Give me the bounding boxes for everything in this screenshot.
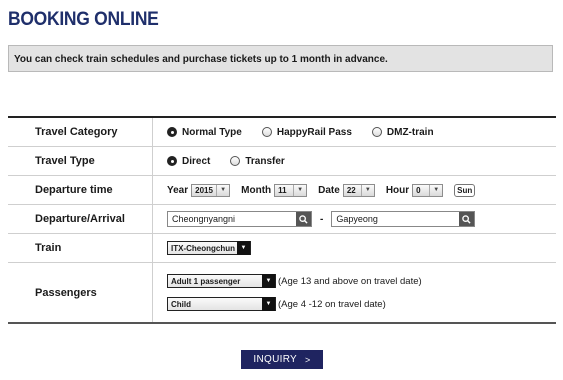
radio-icon bbox=[261, 127, 272, 137]
adult-age-note: (Age 13 and above on travel date) bbox=[278, 275, 422, 287]
departure-arrival-fields: Cheongnyangni - Gapyeong bbox=[153, 205, 556, 233]
radio-direct[interactable]: Direct bbox=[167, 156, 210, 167]
date-group: Date 22 ▼ bbox=[318, 183, 375, 197]
radio-label: DMZ-train bbox=[386, 126, 434, 138]
child-passenger-select[interactable]: Child ▼ bbox=[167, 297, 276, 311]
travel-type-options: Direct Transfer bbox=[153, 147, 556, 175]
radio-happyrail-pass[interactable]: HappyRail Pass bbox=[261, 126, 352, 138]
radio-label: Direct bbox=[182, 155, 211, 167]
chevron-down-icon: ▼ bbox=[216, 184, 229, 196]
adult-passenger-value: Adult 1 passenger bbox=[171, 276, 241, 286]
inquiry-label: INQUIRY bbox=[253, 354, 298, 365]
month-label: Month bbox=[241, 184, 272, 196]
radio-label: Transfer bbox=[245, 155, 285, 167]
year-value: 2015 bbox=[195, 185, 213, 195]
weekday-badge: Sun bbox=[454, 183, 476, 197]
chevron-down-icon: ▼ bbox=[237, 241, 250, 255]
train-value: ITX-Cheongchun bbox=[171, 243, 235, 253]
month-group: Month 11 ▼ bbox=[241, 183, 308, 197]
inquiry-button[interactable]: INQUIRY > bbox=[241, 350, 323, 369]
row-travel-type: Travel Type Direct Transfer bbox=[8, 147, 556, 176]
passengers-label: Passengers bbox=[8, 263, 153, 322]
chevron-down-icon: ▼ bbox=[360, 184, 374, 196]
month-select[interactable]: 11 ▼ bbox=[274, 183, 308, 197]
radio-icon bbox=[371, 127, 382, 137]
travel-category-label: Travel Category bbox=[8, 118, 153, 146]
child-passenger-line: Child ▼ (Age 4 -12 on travel date) bbox=[167, 297, 422, 311]
departure-station-value: Cheongnyangni bbox=[172, 214, 236, 224]
year-select[interactable]: 2015 ▼ bbox=[191, 183, 231, 197]
year-group: Year 2015 ▼ bbox=[167, 183, 231, 197]
search-icon[interactable] bbox=[296, 212, 311, 226]
radio-dmz-train[interactable]: DMZ-train bbox=[371, 126, 434, 138]
radio-label: HappyRail Pass bbox=[276, 126, 352, 138]
chevron-down-icon: ▼ bbox=[293, 184, 306, 196]
passengers-fields: Adult 1 passenger ▼ (Age 13 and above on… bbox=[153, 263, 556, 322]
hour-group: Hour 0 ▼ bbox=[385, 183, 444, 197]
row-passengers: Passengers Adult 1 passenger ▼ (Age 13 a… bbox=[8, 263, 556, 322]
chevron-right-icon: > bbox=[305, 354, 311, 365]
radio-icon bbox=[167, 127, 177, 137]
notice-banner: You can check train schedules and purcha… bbox=[8, 45, 553, 72]
month-value: 11 bbox=[278, 185, 287, 195]
arrival-station-field[interactable]: Gapyeong bbox=[331, 211, 476, 227]
search-icon[interactable] bbox=[459, 212, 475, 226]
hour-select[interactable]: 0 ▼ bbox=[412, 183, 444, 197]
departure-time-label: Departure time bbox=[8, 176, 153, 204]
date-select[interactable]: 22 ▼ bbox=[342, 183, 375, 197]
train-field: ITX-Cheongchun ▼ bbox=[153, 234, 556, 262]
arrival-station-value: Gapyeong bbox=[336, 214, 378, 224]
date-label: Date bbox=[318, 184, 340, 196]
row-departure-time: Departure time Year 2015 ▼ Month 11 ▼ Da… bbox=[8, 176, 556, 205]
travel-category-options: Normal Type HappyRail Pass DMZ-train bbox=[153, 118, 556, 146]
chevron-down-icon: ▼ bbox=[429, 184, 442, 196]
radio-transfer[interactable]: Transfer bbox=[230, 155, 285, 167]
travel-type-label: Travel Type bbox=[8, 147, 153, 175]
adult-passenger-line: Adult 1 passenger ▼ (Age 13 and above on… bbox=[167, 274, 422, 288]
year-label: Year bbox=[167, 184, 189, 196]
radio-icon bbox=[230, 156, 241, 166]
departure-arrival-label: Departure/Arrival bbox=[8, 205, 153, 233]
radio-icon bbox=[167, 156, 177, 166]
adult-passenger-select[interactable]: Adult 1 passenger ▼ bbox=[167, 274, 276, 288]
separator: - bbox=[320, 213, 324, 225]
train-label: Train bbox=[8, 234, 153, 262]
radio-normal-type[interactable]: Normal Type bbox=[167, 127, 242, 138]
hour-value: 0 bbox=[416, 185, 421, 195]
departure-time-fields: Year 2015 ▼ Month 11 ▼ Date 22 ▼ Hour 0 … bbox=[153, 176, 556, 204]
child-age-note: (Age 4 -12 on travel date) bbox=[278, 298, 386, 310]
date-value: 22 bbox=[346, 185, 356, 195]
departure-station-field[interactable]: Cheongnyangni bbox=[167, 211, 312, 227]
row-travel-category: Travel Category Normal Type HappyRail Pa… bbox=[8, 118, 556, 147]
row-departure-arrival: Departure/Arrival Cheongnyangni - Gapyeo… bbox=[8, 205, 556, 234]
chevron-down-icon: ▼ bbox=[262, 274, 275, 288]
booking-form: Travel Category Normal Type HappyRail Pa… bbox=[8, 116, 556, 324]
train-select[interactable]: ITX-Cheongchun ▼ bbox=[167, 241, 251, 255]
chevron-down-icon: ▼ bbox=[262, 297, 275, 311]
radio-label: Normal Type bbox=[182, 126, 242, 138]
row-train: Train ITX-Cheongchun ▼ bbox=[8, 234, 556, 263]
page-title: BOOKING ONLINE bbox=[8, 9, 159, 30]
hour-label: Hour bbox=[385, 184, 410, 196]
child-passenger-value: Child bbox=[171, 299, 191, 309]
